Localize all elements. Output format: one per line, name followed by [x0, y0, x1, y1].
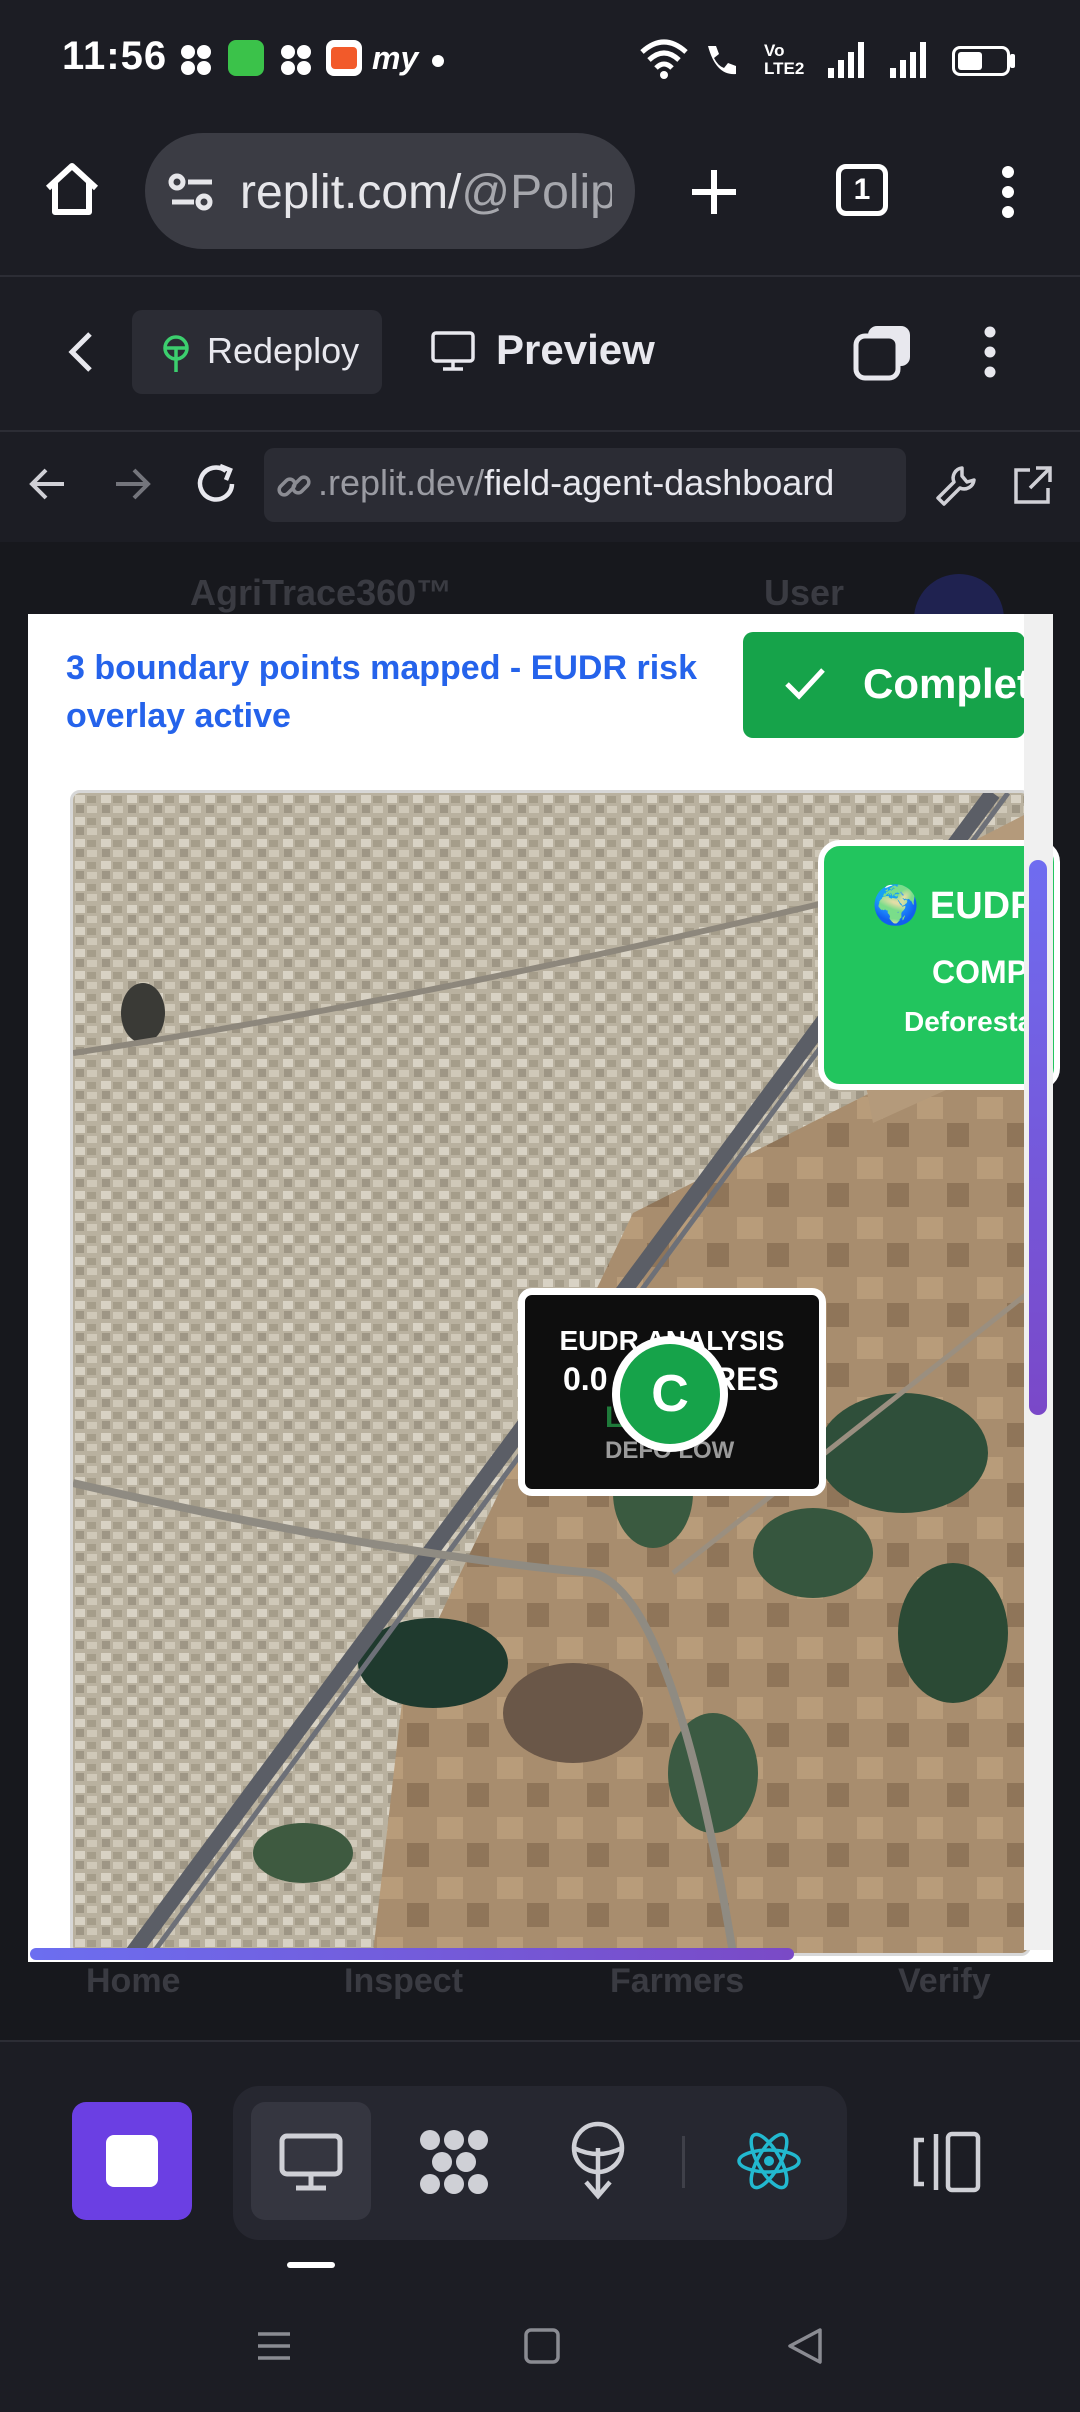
dot-icon	[432, 55, 444, 67]
my-icon: my	[372, 40, 419, 76]
tabs-icon[interactable]	[852, 322, 914, 382]
status-message: 3 boundary points mapped - EUDR risk ove…	[66, 649, 697, 735]
gallery-icon	[326, 40, 362, 76]
eudr-card-status: COMP	[932, 954, 1028, 990]
map-marker[interactable]: C	[612, 1336, 728, 1452]
pinwheel-icon	[278, 42, 314, 78]
status-time: 11:56	[62, 34, 168, 78]
home-square-icon[interactable]	[522, 2326, 562, 2366]
reload-icon[interactable]	[194, 462, 240, 506]
webview-tool-button[interactable]	[251, 2102, 371, 2220]
deployments-icon[interactable]	[566, 2120, 630, 2200]
signal-icon	[826, 40, 870, 80]
nav-verify-ghost: Verify	[898, 1962, 991, 2000]
wifi-call-icon	[702, 40, 742, 80]
wifi-icon	[638, 38, 690, 80]
nav-home-ghost: Home	[86, 1962, 181, 2000]
packages-icon[interactable]	[416, 2126, 492, 2198]
preview-tab[interactable]: Preview	[496, 326, 655, 374]
wrench-icon[interactable]	[934, 464, 978, 508]
replit-menu-icon[interactable]	[980, 322, 1000, 382]
link-icon	[276, 468, 312, 504]
nav-farmers-ghost: Farmers	[610, 1962, 745, 2000]
open-external-icon[interactable]	[1010, 464, 1054, 508]
horizontal-scrollbar[interactable]	[30, 1948, 794, 1960]
site-settings-icon[interactable]	[168, 170, 216, 214]
url-host: replit.com/	[240, 166, 462, 219]
complete-button[interactable]: Complete	[743, 632, 1025, 738]
brand-ghost: AgriTrace360™	[190, 572, 453, 613]
analysis-area-left: 0.0	[563, 1361, 608, 1397]
recents-menu-icon[interactable]	[254, 2326, 294, 2366]
pinwheel-icon	[178, 42, 214, 78]
stop-icon	[106, 2135, 158, 2187]
active-tab-indicator	[287, 2262, 335, 2268]
app-icon	[228, 40, 264, 76]
toolbar-divider	[682, 2136, 685, 2188]
check-icon	[783, 664, 827, 704]
battery-icon	[952, 46, 1010, 76]
url-text[interactable]: replit.com/@Polip	[240, 165, 612, 220]
battery-tip	[1010, 54, 1015, 68]
react-icon[interactable]	[736, 2128, 802, 2194]
back-arrow-icon[interactable]	[28, 466, 68, 502]
stop-button[interactable]	[72, 2102, 192, 2220]
address-path: field-agent-dashboard	[484, 462, 835, 503]
marker-letter: C	[620, 1344, 720, 1444]
user-ghost: User	[764, 572, 845, 613]
back-chevron-icon[interactable]	[66, 330, 96, 374]
redeploy-label: Redeploy	[207, 330, 360, 371]
preview-address-text: .replit.dev/field-agent-dashboard	[318, 462, 834, 504]
desktop-icon	[430, 330, 476, 372]
home-icon[interactable]	[42, 160, 102, 216]
layout-switch-icon[interactable]	[912, 2130, 984, 2194]
nav-inspect-ghost: Inspect	[344, 1962, 464, 2000]
vertical-scrollbar[interactable]	[1029, 860, 1047, 1415]
deploy-icon	[158, 334, 194, 374]
volte-icon: Vo LTE2	[764, 41, 805, 78]
signal-icon	[888, 40, 932, 80]
new-tab-icon[interactable]	[688, 166, 740, 218]
address-prefix: .replit.dev/	[318, 462, 485, 503]
url-path: @Polip	[461, 166, 612, 219]
eudr-card-deforestation: Deforesta	[904, 1006, 1034, 1037]
browser-menu-icon[interactable]	[998, 162, 1018, 222]
monitor-icon	[278, 2132, 344, 2192]
tab-switcher-button[interactable]: 1	[836, 164, 888, 216]
eudr-card-title: 🌍 EUDR	[872, 885, 1038, 927]
complete-label: Complete	[863, 660, 1025, 707]
forward-arrow-icon[interactable]	[112, 466, 152, 502]
back-triangle-icon[interactable]	[784, 2324, 826, 2368]
